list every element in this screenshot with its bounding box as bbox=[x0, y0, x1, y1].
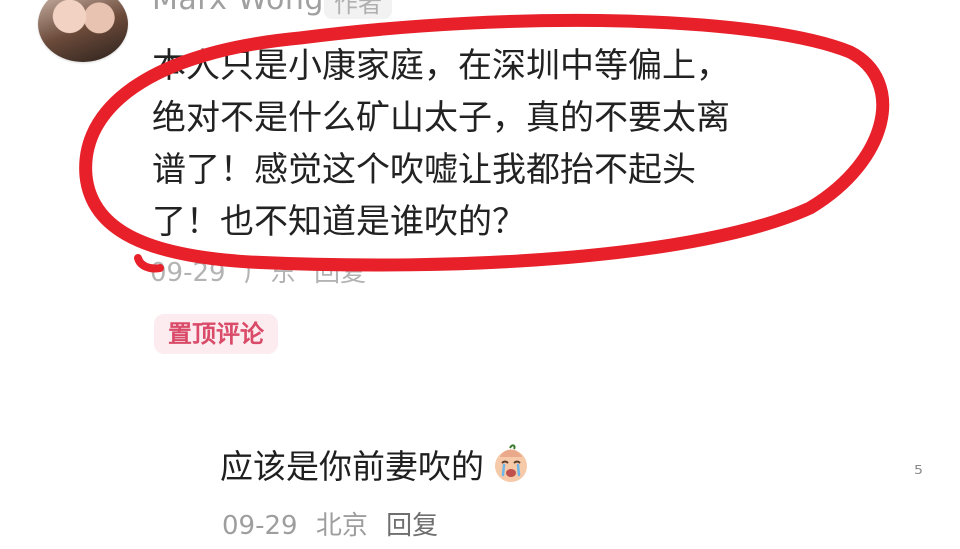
reply-comment-text: 应该是你前妻吹的 bbox=[220, 447, 484, 486]
main-comment-text: 本人只是小康家庭，在深圳中等偏上， 绝对不是什么矿山太子，真的不要太离 谱了！感… bbox=[152, 40, 832, 248]
reply-comment-meta: 09-29 北京 回复 bbox=[222, 505, 448, 542]
reply-comment-location: 北京 bbox=[315, 511, 368, 541]
comment-line: 本人只是小康家庭，在深圳中等偏上， bbox=[152, 46, 730, 86]
author-name[interactable]: Marx Wong bbox=[152, 0, 324, 17]
crying-baby-emoji-icon bbox=[495, 444, 527, 482]
reply-comment: 应该是你前妻吹的 bbox=[220, 440, 532, 488]
reply-button[interactable]: 回复 bbox=[386, 511, 438, 541]
main-comment-meta: 09-29 广东 回复 bbox=[150, 252, 376, 289]
author-avatar[interactable] bbox=[38, 0, 128, 62]
comment-line: 了！也不知道是谁吹的？ bbox=[152, 202, 526, 242]
comment-date: 09-29 bbox=[150, 258, 226, 288]
comment-line: 谱了！感觉这个吹嘘让我都抬不起头 bbox=[152, 150, 696, 190]
like-count[interactable]: ⁵ bbox=[914, 462, 923, 487]
pinned-comment-badge: 置顶评论 bbox=[154, 314, 278, 354]
comment-location: 广东 bbox=[243, 258, 296, 288]
reply-comment-date: 09-29 bbox=[222, 511, 298, 541]
author-tag-badge: 作者 bbox=[324, 0, 392, 19]
reply-button[interactable]: 回复 bbox=[314, 258, 366, 288]
comment-line: 绝对不是什么矿山太子，真的不要太离 bbox=[152, 98, 730, 138]
